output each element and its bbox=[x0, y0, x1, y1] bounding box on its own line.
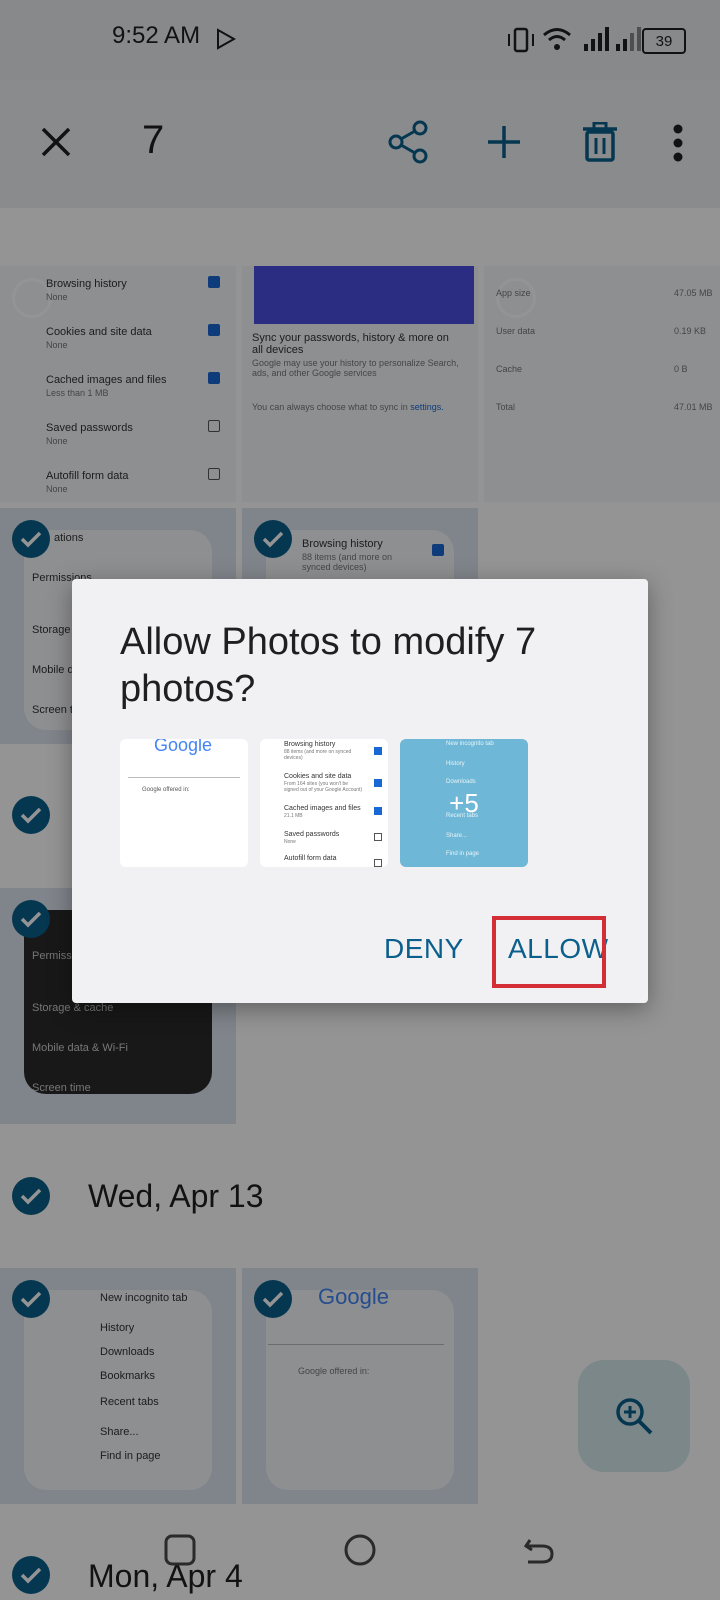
list-sub: 21.1 MB bbox=[284, 813, 303, 819]
navigation-bar bbox=[0, 1500, 720, 1600]
search-bar bbox=[128, 765, 240, 778]
list-sub: From 164 sites (you won't be signed out … bbox=[284, 781, 363, 793]
preview-google-home: Google Google offered in: bbox=[120, 739, 248, 867]
menu-item: Share... bbox=[446, 833, 468, 839]
list-item: Autofill form data bbox=[284, 855, 337, 862]
allow-highlight bbox=[492, 916, 606, 988]
google-offered: Google offered in: bbox=[142, 787, 190, 793]
google-logo: Google bbox=[154, 739, 213, 755]
list-item: Cached images and files bbox=[284, 805, 361, 812]
more-count: +5 bbox=[449, 787, 479, 818]
list-item: Saved passwords bbox=[284, 831, 340, 838]
list-sub: 88 items (and more on synced devices) bbox=[284, 749, 352, 761]
preview-clear-data: Browsing history 88 items (and more on s… bbox=[260, 739, 388, 867]
checkbox-checked bbox=[374, 747, 382, 755]
dialog-title: Allow Photos to modify 7 photos? bbox=[120, 621, 537, 710]
checkbox-checked bbox=[374, 807, 382, 815]
checkbox bbox=[374, 833, 382, 841]
back-icon[interactable] bbox=[522, 1534, 556, 1566]
home-icon[interactable] bbox=[344, 1534, 376, 1566]
menu-item: Downloads bbox=[446, 779, 476, 785]
menu-item: History bbox=[446, 761, 465, 767]
menu-item: Find in page bbox=[446, 851, 480, 857]
menu-item: New incognito tab bbox=[446, 741, 494, 747]
list-sub: None bbox=[284, 839, 296, 845]
recent-apps-icon[interactable] bbox=[164, 1534, 196, 1566]
checkbox-checked bbox=[374, 779, 382, 787]
checkbox bbox=[374, 859, 382, 867]
deny-button[interactable]: DENY bbox=[384, 933, 464, 965]
preview-more: New incognito tab History Downloads Rece… bbox=[400, 739, 528, 867]
list-item: Browsing history bbox=[284, 741, 336, 748]
list-item: Cookies and site data bbox=[284, 773, 352, 780]
